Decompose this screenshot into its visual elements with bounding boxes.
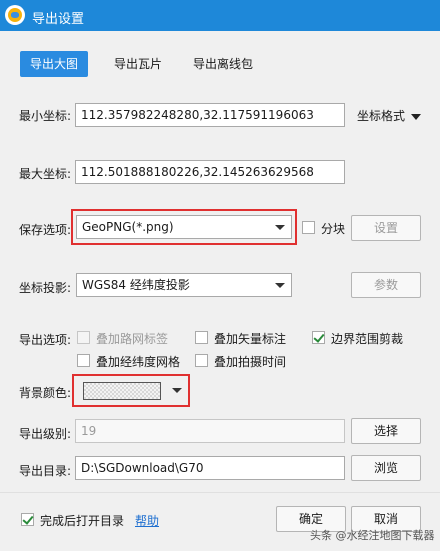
tile-split-label: 分块: [321, 222, 346, 236]
projection-label: 坐标投影:: [19, 281, 72, 295]
open-after-label: 完成后打开目录: [40, 514, 125, 528]
tab-export-image[interactable]: 导出大图: [20, 51, 88, 77]
road-label-option: 叠加路网标签: [96, 332, 169, 346]
export-options-label: 导出选项:: [19, 333, 72, 347]
check-icon: [313, 331, 325, 343]
bg-color-swatch[interactable]: [83, 382, 161, 400]
boundary-clip-checkbox[interactable]: [312, 331, 325, 344]
export-dir-label: 导出目录:: [19, 464, 72, 478]
export-level-input[interactable]: 19: [75, 419, 345, 443]
coord-format-label: 坐标格式: [357, 109, 406, 123]
latlon-grid-option: 叠加经纬度网格: [96, 355, 181, 369]
select-level-button[interactable]: 选择: [351, 418, 421, 444]
max-coord-label: 最大坐标:: [19, 167, 72, 181]
latlon-grid-checkbox[interactable]: [77, 354, 90, 367]
projection-select[interactable]: WGS84 经纬度投影: [76, 273, 292, 297]
watermark: 头条 @水经注地图下载器: [310, 529, 435, 542]
open-after-checkbox[interactable]: [21, 513, 34, 526]
globe-icon: [5, 5, 25, 25]
capture-time-option: 叠加拍摄时间: [214, 355, 287, 369]
min-coord-input[interactable]: 112.357982248280,32.117591196063: [75, 103, 345, 127]
dropdown-arrow-icon: [275, 283, 285, 288]
vector-annotation-option: 叠加矢量标注: [214, 332, 287, 346]
tab-export-tiles[interactable]: 导出瓦片: [114, 51, 162, 77]
bg-color-label: 背景颜色:: [19, 386, 72, 400]
road-label-checkbox[interactable]: [77, 331, 90, 344]
max-coord-input[interactable]: 112.501888180226,32.145263629568: [75, 160, 345, 184]
capture-time-checkbox[interactable]: [195, 354, 208, 367]
params-button[interactable]: 参数: [351, 272, 421, 298]
tab-export-offline-package[interactable]: 导出离线包: [193, 51, 253, 77]
coord-format-button[interactable]: 坐标格式: [357, 107, 421, 124]
divider: [0, 492, 440, 493]
triangle-down-icon: [410, 113, 421, 120]
title-bar: 导出设置: [0, 0, 440, 31]
tile-split-checkbox[interactable]: [302, 221, 315, 234]
min-coord-label: 最小坐标:: [19, 109, 72, 123]
save-option-highlight: [71, 209, 297, 245]
export-level-label: 导出级别:: [19, 427, 72, 441]
check-icon: [22, 513, 34, 525]
browse-button[interactable]: 浏览: [351, 455, 421, 481]
vector-annotation-checkbox[interactable]: [195, 331, 208, 344]
help-link[interactable]: 帮助: [135, 512, 159, 529]
save-option-label: 保存选项:: [19, 223, 72, 237]
settings-button[interactable]: 设置: [351, 215, 421, 241]
projection-value: WGS84 经纬度投影: [82, 278, 190, 292]
export-dir-input[interactable]: D:\SGDownload\G70: [75, 456, 345, 480]
boundary-clip-option: 边界范围剪裁: [331, 332, 404, 346]
dropdown-arrow-icon[interactable]: [172, 388, 182, 393]
window-title: 导出设置: [32, 12, 85, 27]
